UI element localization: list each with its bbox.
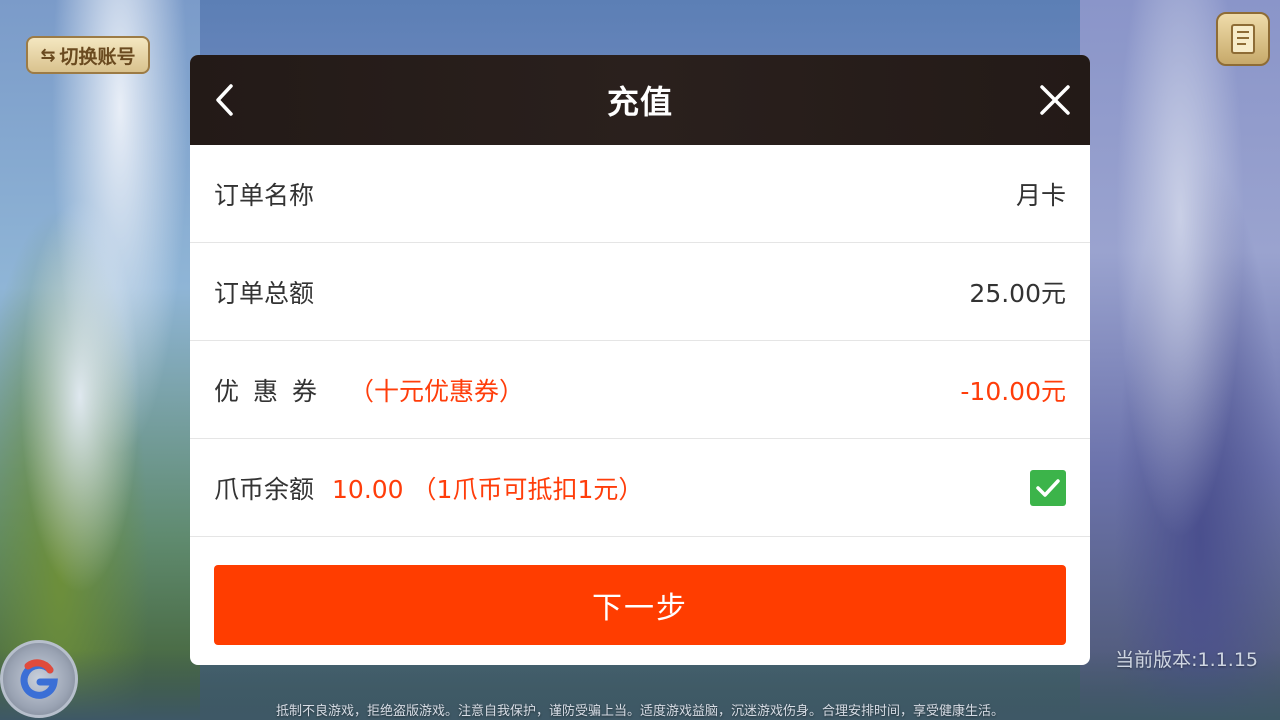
g-logo-icon [20, 659, 58, 699]
coupon-row[interactable]: 优惠券 （十元优惠券） -10.00元 [190, 341, 1090, 439]
order-total-value: 25.00元 [969, 278, 1066, 308]
dialog-header: 充值 [190, 55, 1090, 145]
order-name-label: 订单名称 [214, 180, 315, 210]
checkmark-icon [1036, 478, 1060, 497]
switch-account-label: 切换账号 [59, 45, 136, 68]
coupon-label: 优惠券 [214, 376, 332, 406]
order-total-row: 订单总额 25.00元 [190, 243, 1090, 341]
coupon-left-group: 优惠券 （十元优惠券） [214, 372, 524, 408]
back-button[interactable] [202, 77, 248, 123]
coin-balance-row: 爪币余额 10.00 （1爪币可抵扣1元） [190, 439, 1090, 537]
close-button[interactable] [1032, 77, 1078, 123]
order-name-row: 订单名称 月卡 [190, 145, 1090, 243]
background-art-left [0, 0, 200, 720]
health-notice: 抵制不良游戏，拒绝盗版游戏。注意自我保护，谨防受骗上当。适度游戏益脑，沉迷游戏伤… [275, 704, 1004, 719]
version-text: 当前版本:1.1.15 [1115, 649, 1258, 671]
coupon-discount-value: -10.00元 [960, 376, 1066, 406]
scroll-notice-icon [1231, 24, 1255, 54]
coin-balance-label: 爪币余额 [214, 474, 315, 504]
order-name-value: 月卡 [1015, 180, 1066, 210]
dialog-title: 充值 [606, 83, 673, 121]
notice-button[interactable] [1216, 12, 1270, 66]
background-art-right [1080, 0, 1280, 720]
switch-account-button[interactable]: ⇆ 切换账号 [26, 36, 150, 74]
chevron-left-icon [216, 84, 233, 116]
coupon-name: （十元优惠券） [349, 376, 525, 406]
order-total-label: 订单总额 [214, 278, 315, 308]
use-coin-checkbox[interactable] [1030, 469, 1066, 506]
swap-arrows-icon: ⇆ [40, 44, 56, 66]
coin-balance-value: 10.00 （1爪币可抵扣1元） [332, 474, 644, 504]
recharge-dialog: 充值 订单名称 月卡 订单总额 25.00元 优惠券 （十元优惠券） -10.0… [190, 55, 1090, 665]
next-step-button[interactable]: 下一步 [214, 565, 1066, 645]
close-icon [1040, 85, 1070, 115]
coin-left-group: 爪币余额 10.00 （1爪币可抵扣1元） [214, 470, 643, 506]
